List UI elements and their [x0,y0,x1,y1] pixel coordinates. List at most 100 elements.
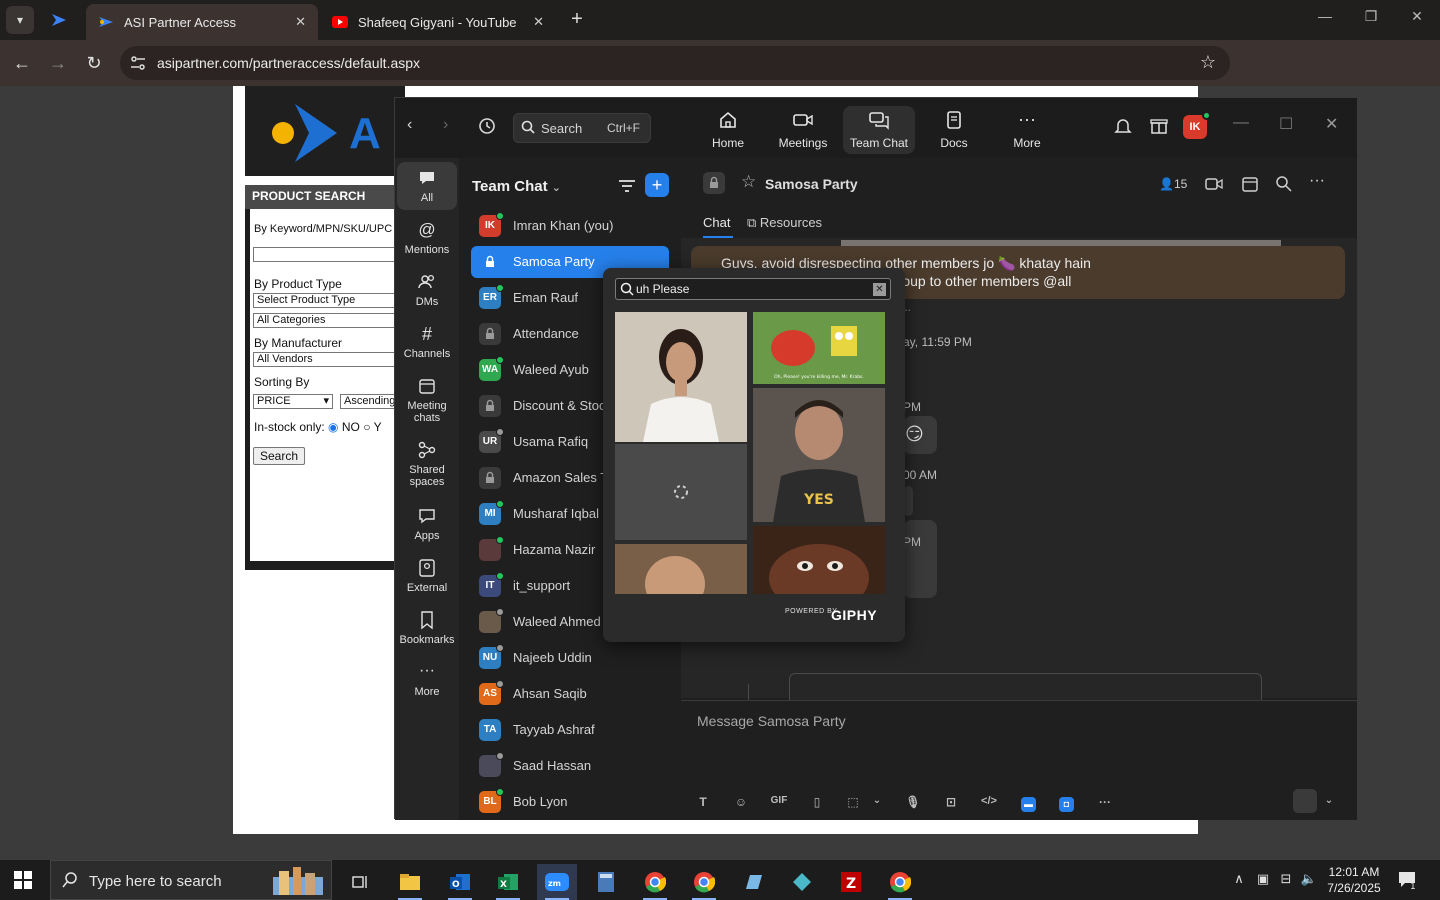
member-count[interactable]: 👤15 [1159,177,1187,191]
app-icon-2[interactable]: ◘ [1059,797,1074,812]
search-in-chat-icon[interactable] [1275,175,1293,193]
filezilla-icon[interactable]: Z [831,864,871,900]
gif-result-yes[interactable]: YES [753,388,885,522]
rail-external[interactable]: External [397,552,457,600]
close-tab-icon[interactable]: ✕ [295,14,306,30]
zoom-maximize-icon[interactable]: ☐ [1279,114,1293,134]
screenshot-icon[interactable]: ⬚ [843,795,863,809]
history-icon[interactable] [477,116,497,141]
gif-result-loading[interactable] [615,444,747,540]
video-call-icon[interactable] [1205,175,1223,193]
nav-docs[interactable]: Docs [918,106,990,154]
chat-title[interactable]: Samosa Party [765,176,858,192]
zoom-app-icon[interactable]: zm [537,864,577,900]
bell-icon[interactable] [1113,116,1133,141]
tab-resources[interactable]: ⧉ Resources [747,215,822,231]
gif-result-bald-man[interactable] [615,544,747,594]
tab-search-menu-button[interactable]: ▾ [6,6,34,34]
code-snippet-icon[interactable]: </> [979,795,999,807]
zoom-close-icon[interactable]: ✕ [1325,114,1338,134]
categories-select[interactable]: All Categories [253,313,403,328]
new-tab-button[interactable]: + [566,8,588,30]
gif-result-woman[interactable] [615,312,747,442]
product-type-select[interactable]: Select Product Type [253,293,403,308]
rail-dms[interactable]: DMs [397,266,457,314]
excel-icon[interactable]: X [488,864,528,900]
favorite-star-icon[interactable]: ☆ [741,172,756,192]
rail-mentions[interactable]: @ Mentions [397,214,457,262]
wifi-icon[interactable]: ⊟ [1277,871,1295,889]
gif-result-spongebob[interactable]: Oh, Please! you're killing me, Mr. Krabs… [753,312,885,384]
rail-apps[interactable]: Apps [397,500,457,548]
show-hidden-icons-chevron[interactable]: ∧ [1230,871,1248,889]
conversation-item[interactable]: NU Najeeb Uddin [471,642,669,674]
app-diamond-icon[interactable] [782,864,822,900]
restore-icon[interactable]: ❐ [1356,8,1386,25]
microphone-icon[interactable]: 🎙 [903,795,923,809]
bookmark-star-icon[interactable]: ☆ [1200,52,1216,73]
taskbar-search-box[interactable]: Type here to search [50,860,332,900]
back-arrow-icon[interactable]: ← [10,51,34,75]
rail-shared-spaces[interactable]: Shared spaces [397,434,457,496]
file-explorer-icon[interactable] [390,864,430,900]
tab-youtube[interactable]: Shafeeq Gigyani - YouTube ✕ [320,4,556,40]
rail-channels[interactable]: # Channels [397,318,457,366]
back-chevron-icon[interactable]: ‹ [407,116,412,134]
rail-more[interactable]: ··· More [397,656,457,704]
pinned-tab[interactable] [44,8,74,32]
notepad-icon[interactable] [733,864,773,900]
message-input[interactable]: Message Samosa Party [697,713,846,729]
user-avatar[interactable]: IK [1183,111,1211,139]
nav-team-chat[interactable]: Team Chat [843,106,915,154]
emoji-icon[interactable]: ☺ [731,795,751,809]
team-chat-dropdown[interactable]: Team Chat ⌄ [472,178,561,195]
address-bar[interactable]: asipartner.com/partneraccess/default.asp… [120,46,1230,80]
rail-all[interactable]: All [397,162,457,210]
windows-start-icon[interactable] [14,871,32,889]
volume-icon[interactable]: 🔈 [1300,871,1318,889]
outlook-icon[interactable]: O [440,864,480,900]
rail-meeting-chats[interactable]: Meeting chats [397,370,457,432]
forward-chevron-icon[interactable]: › [443,116,448,134]
app-icon[interactable]: ▬ [1021,797,1036,812]
close-tab-icon[interactable]: ✕ [533,14,544,30]
sort-field-select[interactable]: PRICE ▾ [253,394,333,409]
nav-more[interactable]: ··· More [991,106,1063,154]
notification-center-icon[interactable]: 1 [1397,870,1419,892]
gif-icon[interactable]: GIF [769,795,789,806]
instock-no-radio[interactable]: ◉ [328,420,338,434]
close-window-icon[interactable]: ✕ [1402,8,1432,25]
search-button[interactable]: Search [253,447,306,465]
nav-meetings[interactable]: Meetings [767,106,839,154]
rail-bookmarks[interactable]: Bookmarks [397,604,457,652]
task-view-icon[interactable] [340,864,380,900]
site-info-icon[interactable] [130,55,146,71]
keyword-input[interactable] [253,247,403,262]
conversation-item[interactable]: IK Imran Khan (you) [471,210,669,242]
gif-result-eyes[interactable] [753,526,885,594]
zoom-search-bar[interactable]: Search Ctrl+F [513,113,651,143]
system-clock[interactable]: 12:01 AM 7/26/2025 [1322,864,1386,896]
screenshot-dropdown-icon[interactable]: ⌄ [867,795,887,806]
format-text-icon[interactable]: T [693,795,713,809]
more-tools-icon[interactable]: ··· [1095,795,1115,809]
clear-search-icon[interactable]: ✕ [873,283,886,296]
filter-icon[interactable] [617,176,637,196]
conversation-item[interactable]: BL Bob Lyon [471,786,669,818]
nav-home[interactable]: Home [692,106,764,154]
zoom-minimize-icon[interactable]: — [1233,114,1249,132]
calendar-icon[interactable] [1241,175,1259,193]
gif-search-input[interactable]: uh Please ✕ [615,278,891,300]
emoji-bubble[interactable]: 😏 [903,416,937,454]
conversation-item[interactable]: Saad Hassan [471,750,669,782]
send-button[interactable] [1293,789,1317,813]
vendors-select[interactable]: All Vendors [253,352,403,367]
conversation-item[interactable]: AS Ahsan Saqib [471,678,669,710]
forward-arrow-icon[interactable]: → [46,51,70,75]
conversation-item[interactable]: TA Tayyab Ashraf [471,714,669,746]
send-options-icon[interactable]: ⌄ [1319,795,1339,806]
chrome-icon[interactable] [635,864,675,900]
chat-options-icon[interactable]: ··· [1309,172,1325,190]
whats-new-gift-icon[interactable] [1149,116,1169,141]
calculator-icon[interactable] [586,864,626,900]
